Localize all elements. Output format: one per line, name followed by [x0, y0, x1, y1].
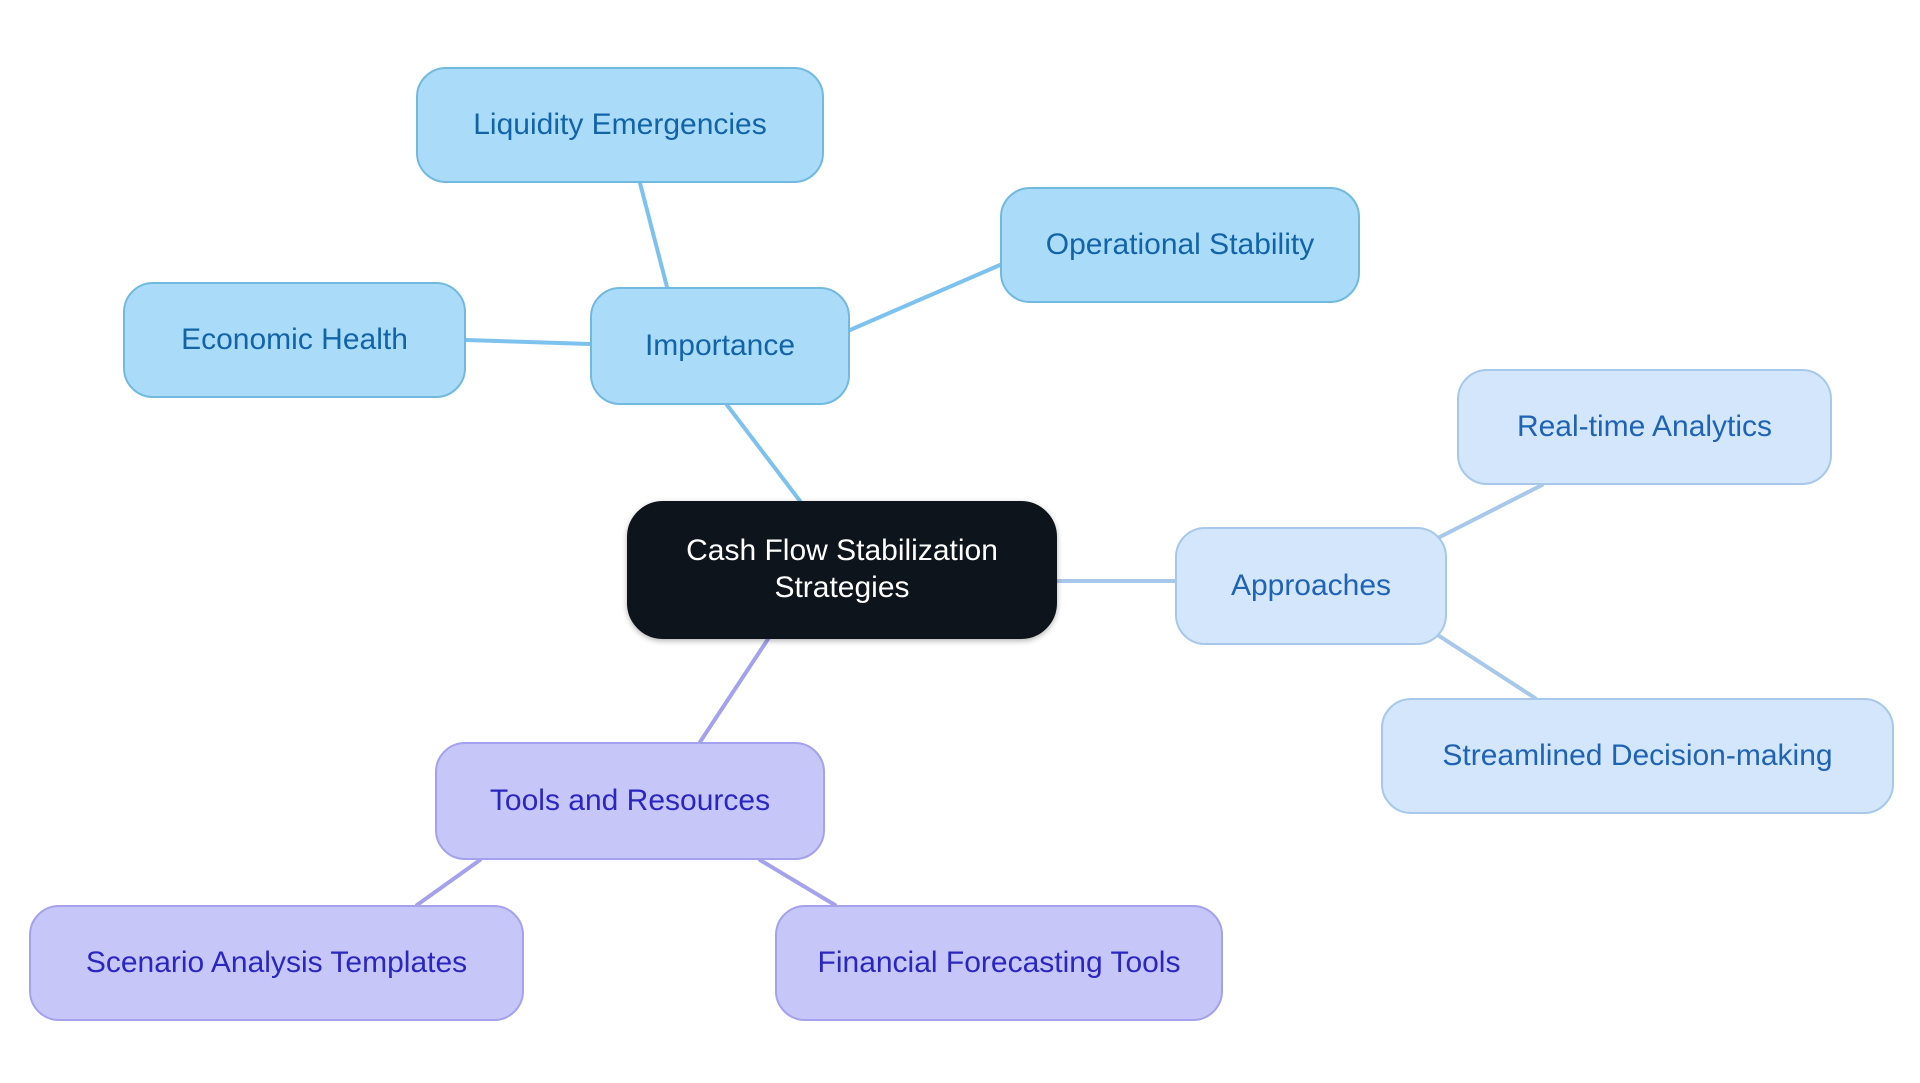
- node-approaches[interactable]: Approaches: [1175, 527, 1447, 645]
- edge-importance-to-operational_stability: [848, 263, 1002, 332]
- node-real-time-analytics[interactable]: Real-time Analytics: [1457, 369, 1832, 485]
- edge-importance-to-economic_health: [464, 338, 592, 346]
- node-financial-forecasting-tools[interactable]: Financial Forecasting Tools: [775, 905, 1223, 1021]
- node-importance[interactable]: Importance: [590, 287, 850, 405]
- edge-tools_and_resources-to-scenario_analysis_templates: [415, 858, 482, 907]
- edge-tools_and_resources-to-financial_forecasting_tools: [758, 858, 837, 907]
- mindmap-canvas: Cash Flow Stabilization Strategies Impor…: [0, 0, 1920, 1083]
- node-operational-stability[interactable]: Operational Stability: [1000, 187, 1360, 303]
- node-economic-health[interactable]: Economic Health: [123, 282, 466, 398]
- edge-root-to-importance: [725, 403, 802, 503]
- edge-root-to-tools_and_resources: [698, 637, 770, 744]
- node-streamlined-decision-making[interactable]: Streamlined Decision-making: [1381, 698, 1894, 814]
- node-liquidity-emergencies[interactable]: Liquidity Emergencies: [416, 67, 824, 183]
- edge-importance-to-liquidity_emergencies: [638, 181, 669, 289]
- node-tools-and-resources[interactable]: Tools and Resources: [435, 742, 825, 860]
- node-scenario-analysis-templates[interactable]: Scenario Analysis Templates: [29, 905, 524, 1021]
- node-root-cash-flow-stabilization-strategies[interactable]: Cash Flow Stabilization Strategies: [627, 501, 1057, 639]
- edge-approaches-to-streamlined_decision_making: [1428, 628, 1537, 700]
- edge-approaches-to-realtime_analytics: [1428, 483, 1544, 544]
